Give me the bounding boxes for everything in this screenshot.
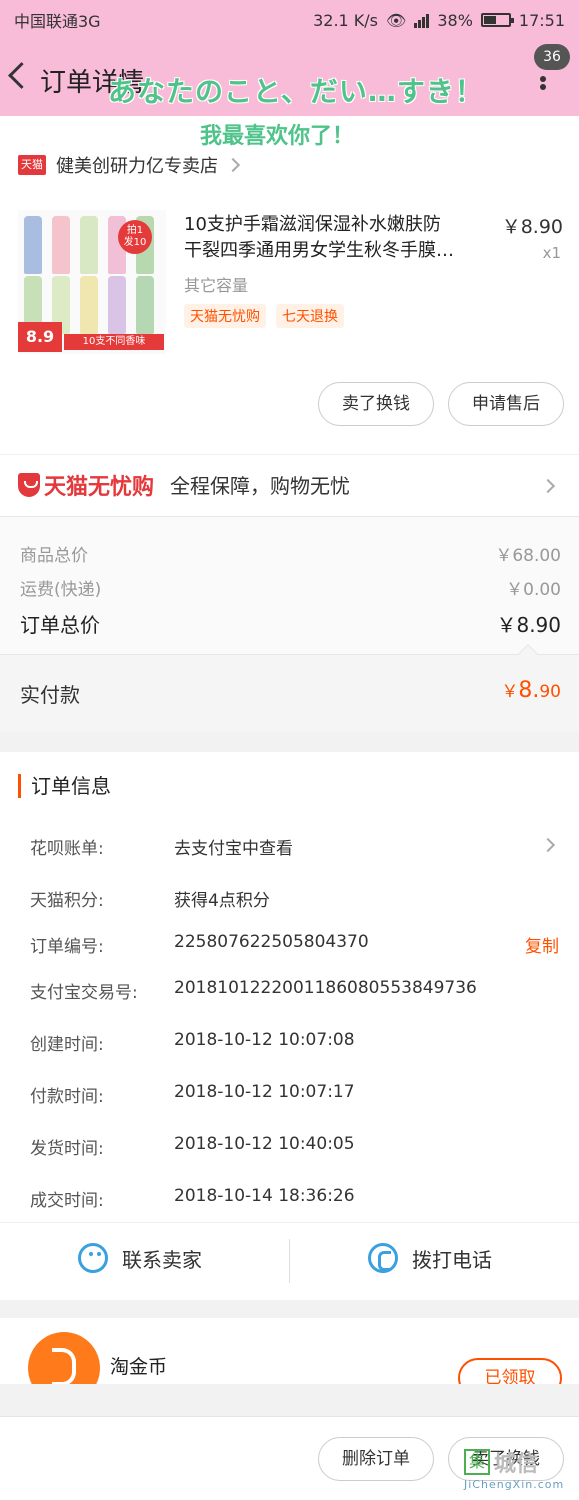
guarantee-row[interactable]: 天猫无忧购 全程保障，购物无忧 (0, 454, 579, 514)
more-dots-icon (540, 76, 546, 82)
clock: 17:51 (518, 10, 565, 30)
order-info-section: 订单信息 花呗账单: 去支付宝中查看 天猫积分: 获得4点积分 订单编号: 22580… (0, 752, 579, 1222)
status-indicators: 32.1 K/s 👁 38% 17:51 (313, 11, 565, 30)
coin-label: 淘金币 (110, 1356, 168, 1378)
shop-row[interactable]: 天猫 健美创研力亿专卖店 (18, 152, 241, 178)
product-price: ￥8.90 (501, 216, 563, 238)
product-image[interactable]: 拍1 发10 8.9 10支不同香味 (18, 210, 166, 354)
contact-seller-button[interactable]: 联系卖家 (78, 1243, 202, 1273)
battery-icon (480, 13, 514, 27)
delete-order-button[interactable]: 删除订单 (318, 1437, 434, 1481)
phone-icon (368, 1243, 398, 1273)
shipping-row: 运费(快递) ￥0.00 (20, 580, 561, 600)
back-arrow-icon[interactable] (6, 60, 30, 94)
guarantee-logo: 天猫无忧购 (18, 469, 154, 501)
image-banner: 10支不同香味 (64, 334, 164, 350)
info-row-paid: 付款时间: 2018-10-12 10:07:17 (30, 1082, 355, 1107)
after-sale-button[interactable]: 申请售后 (448, 382, 564, 426)
chevron-right-icon (540, 837, 556, 853)
order-info-heading: 订单信息 (18, 774, 111, 798)
coin-section: 淘金币 已领取 (0, 1318, 579, 1384)
overlay-text-chinese: 我最喜欢你了！ (200, 124, 355, 149)
shield-icon (18, 472, 40, 497)
paid-label: 实付款 (20, 683, 80, 707)
tag-seven-day-return: 七天退换 (276, 304, 344, 328)
info-row-points: 天猫积分: 获得4点积分 (30, 891, 270, 911)
call-button[interactable]: 拨打电话 (368, 1243, 492, 1273)
chat-icon (78, 1243, 108, 1273)
contact-bar: 联系卖家 拨打电话 (0, 1222, 579, 1300)
product-quantity: x1 (542, 244, 561, 262)
eye-icon: 👁 (386, 10, 407, 30)
image-promo-badge: 拍1 发10 (118, 220, 152, 254)
overlay-text-japanese: あなたのこと、だい…すき！ (108, 75, 484, 108)
signal-icon (414, 12, 430, 28)
notification-badge: 36 (534, 44, 570, 70)
info-row-alipay-id: 支付宝交易号: 2018101222001186080553849736 (30, 978, 477, 1003)
info-row-shipped: 发货时间: 2018-10-12 10:40:05 (30, 1134, 355, 1159)
chevron-right-icon (225, 157, 241, 173)
sell-button[interactable]: 卖了换钱 (318, 382, 434, 426)
coin-claimed-button[interactable]: 已领取 (458, 1358, 562, 1384)
info-row-created: 创建时间: 2018-10-12 10:07:08 (30, 1030, 355, 1055)
carrier-label: 中国联通3G (14, 12, 101, 31)
info-row-completed: 成交时间: 2018-10-14 18:36:26 (30, 1186, 355, 1211)
guarantee-text: 全程保障，购物无忧 (170, 474, 351, 498)
goods-total-row: 商品总价 ￥68.00 (20, 546, 561, 566)
shop-name: 健美创研力亿专卖店 (56, 156, 218, 177)
product-card: 天猫 健美创研力亿专卖店 拍1 发10 8.9 10支不同香味 10支护手霜滋润保… (0, 116, 579, 516)
paid-value: ￥8.90 (501, 678, 561, 703)
info-row-order-number: 订单编号: 225807622505804370 复制 (30, 932, 559, 957)
product-tags: 天猫无忧购 七天退换 (184, 304, 344, 328)
image-price: 8.9 (18, 322, 62, 352)
product-spec: 其它容量 (184, 276, 249, 295)
order-total-row: 订单总价 ￥8.90 (20, 613, 561, 637)
paid-amount-row: 实付款 ￥8.90 (0, 644, 579, 732)
watermark: 集城信 JiChengXin.com (464, 1446, 564, 1491)
battery-percent: 38% (437, 10, 473, 30)
product-title[interactable]: 10支护手霜滋润保湿补水嫩肤防 干裂四季通用男女学生秋冬手膜… (184, 212, 494, 264)
more-menu-button[interactable]: 36 (530, 44, 570, 108)
price-summary: 商品总价 ￥68.00 运费(快递) ￥0.00 订单总价 ￥8.90 (0, 516, 579, 654)
copy-button[interactable]: 复制 (525, 932, 559, 957)
ear-icon (28, 1332, 100, 1384)
tmall-logo-icon: 天猫 (18, 155, 46, 175)
status-bar: 中国联通3G 32.1 K/s 👁 38% 17:51 (0, 0, 579, 40)
chevron-right-icon (540, 478, 556, 494)
tag-worry-free: 天猫无忧购 (184, 304, 266, 328)
info-row-huabei[interactable]: 花呗账单: 去支付宝中查看 (30, 834, 561, 864)
network-speed: 32.1 K/s (313, 10, 379, 30)
